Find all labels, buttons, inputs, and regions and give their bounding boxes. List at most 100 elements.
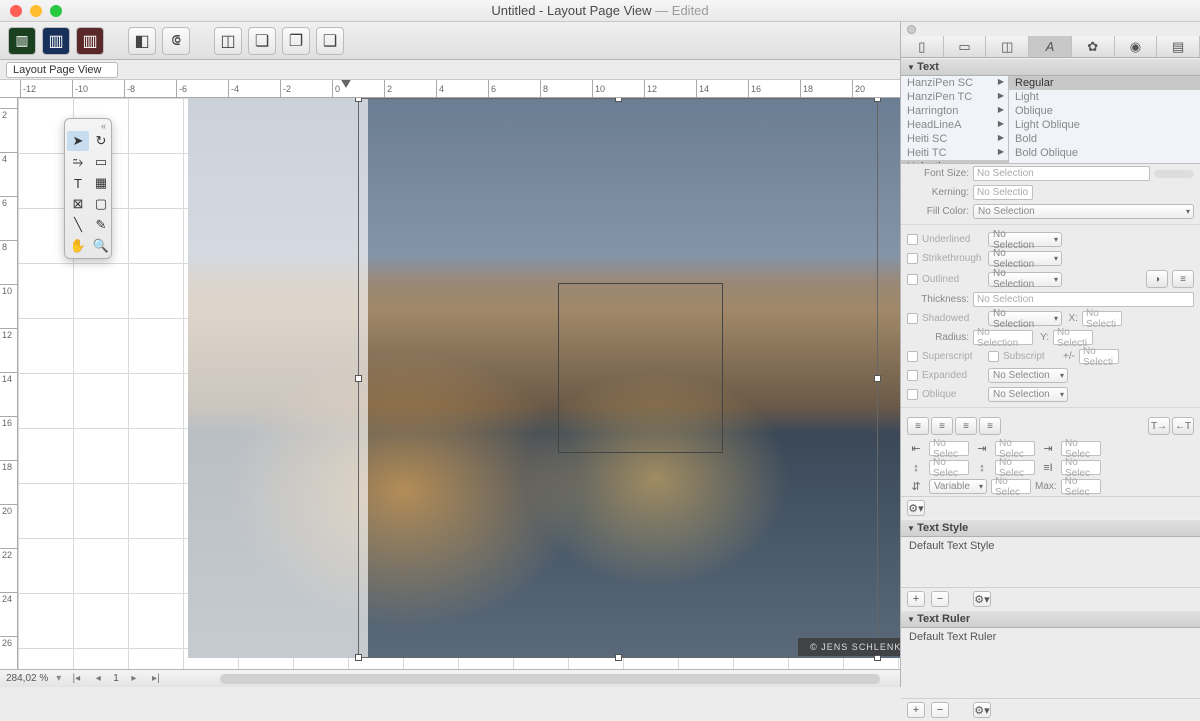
font-family-list[interactable]: HanziPen SC▶HanziPen TC▶Harrington▶HeadL… [901, 76, 1009, 163]
tab-doc-icon[interactable]: ▯ [901, 36, 944, 57]
shape-x-tool[interactable]: ⊠ [67, 194, 89, 214]
font-style-item[interactable]: Bold Oblique [1009, 146, 1200, 160]
hand-tool[interactable]: ✋ [67, 236, 89, 256]
align-left-btn[interactable]: ≡ [907, 417, 929, 435]
artboard-button[interactable]: ◧ [128, 27, 156, 55]
shadowed-select[interactable]: No Selection [988, 311, 1062, 326]
add-text-style-btn[interactable]: + [907, 591, 925, 607]
strikethrough-checkbox[interactable] [907, 253, 918, 264]
inspector-close-btn[interactable] [907, 25, 916, 34]
arrange-bring-front-button[interactable]: ❐ [282, 27, 310, 55]
font-style-item[interactable]: Light [1009, 90, 1200, 104]
pointer-tool[interactable]: ➤ [67, 131, 89, 151]
font-family-item[interactable]: Heiti SC▶ [901, 132, 1008, 146]
resize-handle-bl[interactable] [355, 654, 362, 661]
tab-text-icon[interactable]: A [1029, 36, 1072, 57]
shadow-x-input[interactable]: No Selecti [1082, 311, 1122, 326]
page-frame-selection[interactable] [358, 98, 878, 658]
rectangle-tool[interactable]: ▢ [90, 194, 112, 214]
align-justify-btn[interactable]: ≡ [979, 417, 1001, 435]
oblique-select[interactable]: No Selection [988, 387, 1068, 402]
space-after-input[interactable]: No Selec [995, 460, 1035, 475]
resize-handle-t[interactable] [615, 98, 622, 102]
max-input[interactable]: No Selec [1061, 479, 1101, 494]
font-family-item[interactable]: HeadLineA▶ [901, 118, 1008, 132]
text-dir-rl-btn[interactable]: ←T [1172, 417, 1194, 435]
resize-handle-b[interactable] [615, 654, 622, 661]
font-family-item[interactable]: Harrington▶ [901, 104, 1008, 118]
font-style-list[interactable]: RegularLightObliqueLight ObliqueBoldBold… [1009, 76, 1200, 163]
font-family-item[interactable]: HanziPen TC▶ [901, 90, 1008, 104]
underlined-select[interactable]: No Selection [988, 232, 1062, 247]
outline-color-btn[interactable]: ◑ [1146, 270, 1168, 288]
pen-tool[interactable]: ✎ [90, 215, 112, 235]
align-right-btn[interactable]: ≡ [955, 417, 977, 435]
section-text-style-header[interactable]: Text Style [901, 519, 1200, 537]
doc-green-button[interactable]: ▥ [8, 27, 36, 55]
line-tool[interactable]: ╲ [67, 215, 89, 235]
add-text-ruler-btn[interactable]: + [907, 702, 925, 718]
pm-input[interactable]: No Selecti [1079, 349, 1119, 364]
page-number[interactable]: 1 [113, 673, 119, 684]
text-dir-lr-btn[interactable]: T→ [1148, 417, 1170, 435]
doc-red-button[interactable]: ▥ [76, 27, 104, 55]
image-tool[interactable]: ▦ [90, 173, 112, 193]
align-center-btn[interactable]: ≡ [931, 417, 953, 435]
tab-page-icon[interactable]: ◫ [986, 36, 1029, 57]
nav-first-btn[interactable]: |◂ [69, 673, 83, 684]
stack-button[interactable]: ❑ [316, 27, 344, 55]
indent-first-input[interactable]: No Selec [995, 441, 1035, 456]
underlined-checkbox[interactable] [907, 234, 918, 245]
shadowed-checkbox[interactable] [907, 313, 918, 324]
leading-select[interactable]: Variable [929, 479, 987, 494]
remove-text-ruler-btn[interactable]: − [931, 702, 949, 718]
fill-color-select[interactable]: No Selection [973, 204, 1194, 219]
nav-prev-btn[interactable]: ◂ [91, 673, 105, 684]
outlined-select[interactable]: No Selection [988, 272, 1062, 287]
crop-button[interactable]: ⟃ [162, 27, 190, 55]
arrange-send-back-button[interactable]: ❏ [248, 27, 276, 55]
indent-right-input[interactable]: No Selec [1061, 441, 1101, 456]
layer-button[interactable]: ◫ [214, 27, 242, 55]
thickness-input[interactable]: No Selection [973, 292, 1194, 307]
rotate-tool[interactable]: ↻ [90, 131, 112, 151]
outlined-checkbox[interactable] [907, 274, 918, 285]
nav-last-btn[interactable]: ▸| [149, 673, 163, 684]
text-style-body[interactable]: Default Text Style [901, 537, 1200, 587]
font-size-input[interactable]: No Selection [973, 166, 1150, 181]
leading-input[interactable]: No Selec [991, 479, 1031, 494]
section-text-header[interactable]: Text [901, 58, 1200, 76]
horizontal-scrollbar[interactable] [220, 674, 880, 684]
palette-collapse-icon[interactable]: « [67, 121, 109, 131]
doc-blue-button[interactable]: ▥ [42, 27, 70, 55]
text-ruler-gear-btn[interactable]: ⚙▾ [973, 702, 991, 718]
font-size-slider[interactable] [1154, 170, 1194, 178]
resize-handle-r[interactable] [874, 375, 881, 382]
superscript-checkbox[interactable] [907, 351, 918, 362]
font-family-item[interactable]: HanziPen SC▶ [901, 76, 1008, 90]
tool-palette[interactable]: « ➤ ↻ ⥲ ▭ T ▦ ⊠ ▢ ╲ ✎ ✋ 🔍 [64, 118, 112, 259]
remove-text-style-btn[interactable]: − [931, 591, 949, 607]
resize-handle-l[interactable] [355, 375, 362, 382]
space-before-input[interactable]: No Selec [929, 460, 969, 475]
radius-input[interactable]: No Selection [973, 330, 1033, 345]
expanded-select[interactable]: No Selection [988, 368, 1068, 383]
shadow-y-input[interactable]: No Selecti [1053, 330, 1093, 345]
ruler-marker[interactable] [340, 80, 352, 88]
strikethrough-select[interactable]: No Selection [988, 251, 1062, 266]
subscript-checkbox[interactable] [988, 351, 999, 362]
text-tool[interactable]: T [67, 173, 89, 193]
gear-menu-btn[interactable]: ⚙▾ [907, 500, 925, 516]
tab-frame-icon[interactable]: ▭ [944, 36, 987, 57]
outline-style-btn[interactable]: ≡ [1172, 270, 1194, 288]
section-text-ruler-header[interactable]: Text Ruler [901, 610, 1200, 628]
tab-image-icon[interactable]: ◉ [1115, 36, 1158, 57]
font-style-item[interactable]: Regular [1009, 76, 1200, 90]
kerning-input[interactable]: No Selectio [973, 185, 1033, 200]
oblique-checkbox[interactable] [907, 389, 918, 400]
view-selector[interactable]: Layout Page View [6, 62, 118, 78]
direct-select-tool[interactable]: ⥲ [67, 152, 89, 172]
zoom-value[interactable]: 284,02 % [6, 673, 48, 684]
zoom-tool[interactable]: 🔍 [90, 236, 112, 256]
text-ruler-body[interactable]: Default Text Ruler [901, 628, 1200, 698]
